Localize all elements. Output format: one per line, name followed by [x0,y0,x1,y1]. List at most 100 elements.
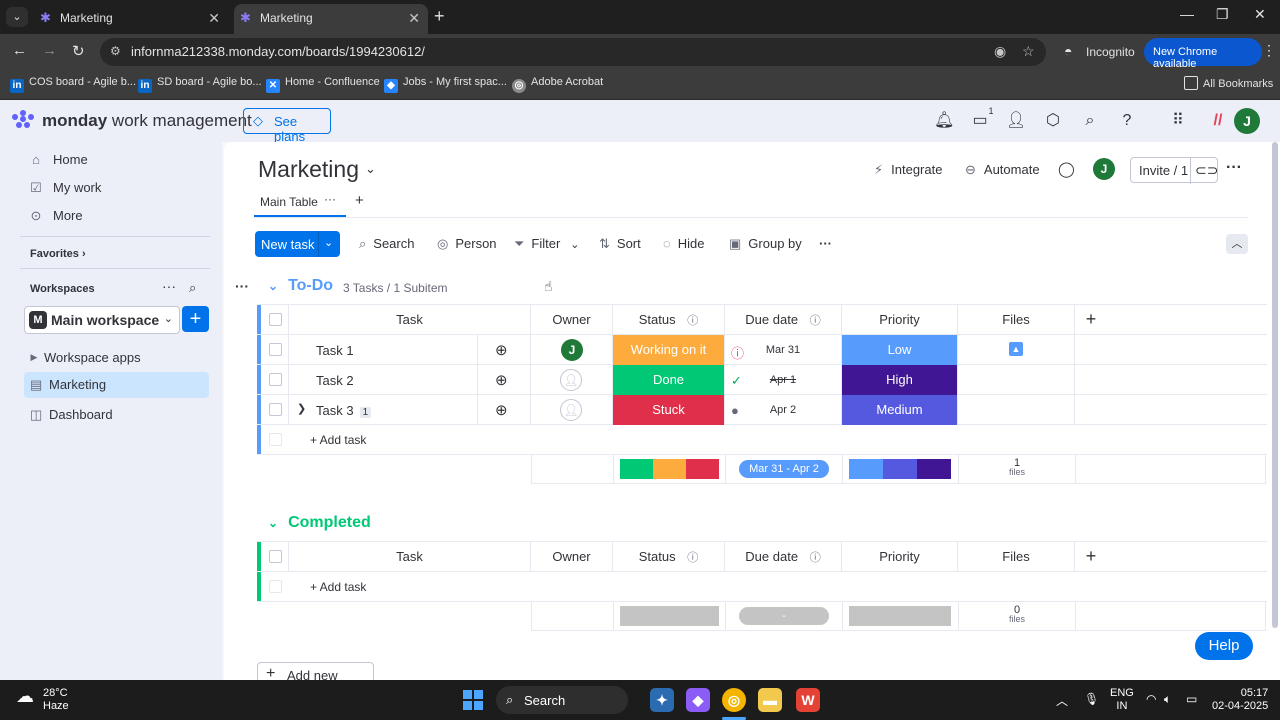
summary-due-cell[interactable]: - [726,601,843,631]
task-name[interactable]: Task 2 [316,373,354,388]
row-checkbox[interactable] [269,373,282,386]
column-header-files[interactable]: Files [958,542,1075,572]
restore-icon[interactable]: ❐ [1216,6,1229,23]
see-plans-button[interactable]: ◇ See plans [243,108,331,144]
status-label[interactable]: Done [613,365,725,395]
conversation-cell[interactable]: ⊕ [477,335,531,365]
system-clock[interactable]: 05:17 02-04-2025 [1212,687,1268,713]
show-hidden-icons-icon[interactable]: ︿ [1056,692,1068,709]
info-icon[interactable]: ⓘ [810,552,821,564]
column-header-priority[interactable]: Priority [842,305,958,335]
new-tab-plus-icon[interactable]: + [434,6,445,27]
summary-priority-cell[interactable] [843,601,959,631]
board-menu-icon[interactable]: ··· [1226,159,1242,177]
column-header-owner[interactable]: Owner [531,305,613,335]
search-button[interactable]: ⌕ Search [359,236,414,252]
image-file-icon[interactable]: ▲ [1009,342,1023,356]
summary-status-cell[interactable] [614,454,726,484]
wps-office-icon[interactable]: W [796,688,820,712]
language-indicator[interactable]: ENG IN [1110,687,1134,713]
site-info-icon[interactable]: ⚙ [110,44,121,58]
add-update-icon[interactable]: ⊕ [495,371,508,389]
invite-button[interactable]: Invite / 1 ⊂⊃ [1130,157,1218,184]
integrate-button[interactable]: ⚡︎ Integrate [874,162,942,178]
table-row[interactable]: Task 2 ⊕ 👤︎ Done ✓ Apr 1 High [257,365,1267,395]
help-icon[interactable]: ? [1117,111,1137,131]
url-text[interactable]: infornma212338.monday.com/boards/1994230… [131,44,425,59]
taskbar-search[interactable]: ⌕ Search [496,686,628,714]
files-cell[interactable]: ▲ [958,335,1075,365]
column-header-files[interactable]: Files [958,305,1075,335]
board-title[interactable]: Marketing ⌄ [258,156,376,183]
column-header-priority[interactable]: Priority [842,542,958,572]
more-options-icon[interactable]: ··· [819,236,832,251]
address-bar[interactable]: ⚙ infornma212338.monday.com/boards/19942… [100,38,1046,66]
table-row[interactable]: ❯ Task 3 1 ⊕ 👤︎ Stuck ● Apr 2 Medium [257,395,1267,425]
group-menu-icon[interactable]: ··· [235,278,249,294]
column-header-status[interactable]: Status ⓘ [613,305,725,335]
browser-tab-active[interactable]: ✱ Marketing ✕ [234,4,428,34]
add-update-icon[interactable]: ⊕ [495,341,508,359]
conversation-cell[interactable]: ⊕ [477,365,531,395]
chevron-down-icon[interactable]: ⌄ [324,236,333,249]
summary-due-cell[interactable]: Mar 31 - Apr 2 [726,454,843,484]
task-name[interactable]: Task 3 [316,403,354,418]
forward-arrow-icon[interactable]: → [42,42,57,59]
bell-icon[interactable]: 🔔︎ [934,111,954,131]
updates-chat-icon[interactable]: ◯ [1058,160,1075,178]
file-explorer-icon[interactable]: ▬ [758,688,782,712]
collapse-header-icon[interactable]: ︿ [1226,234,1248,254]
widget-app-icon[interactable]: ✦ [650,688,674,712]
files-cell[interactable] [958,395,1075,425]
workspace-selector[interactable]: M Main workspace ⌄ [24,306,180,334]
browser-tab[interactable]: ✱ Marketing ✕ [34,4,228,34]
column-header-owner[interactable]: Owner [531,542,613,572]
monday-products-icon[interactable]: // [1208,111,1228,131]
minimize-icon[interactable]: — [1180,6,1194,22]
close-tab-icon[interactable]: ✕ [408,10,420,27]
priority-label[interactable]: Low [842,335,958,365]
group-header-completed[interactable]: ⌄ Completed [268,514,371,532]
automate-button[interactable]: ⊖ Automate [965,162,1040,178]
group-header-todo[interactable]: ⌄ To-Do [268,277,333,295]
bookmark-item[interactable]: in COS board - Agile b... [10,76,136,93]
task-name-cell[interactable]: Task 1 [289,335,477,365]
summary-status-cell[interactable] [614,601,726,631]
bookmark-item[interactable]: ◆ Jobs - My first spac... [384,76,507,93]
volume-icon[interactable]: 🔈︎ [1164,692,1171,707]
due-date-cell[interactable]: ● Apr 2 [725,395,842,425]
bookmark-star-icon[interactable]: ☆ [1022,43,1035,60]
workspace-search-icon[interactable]: ⌕ [189,280,196,296]
add-update-icon[interactable]: ⊕ [495,401,508,419]
group-name[interactable]: To-Do [288,277,333,294]
invite-members-icon[interactable]: 👤︎ [1006,111,1026,131]
hide-button[interactable]: ◌ Hide [663,236,704,251]
battery-icon[interactable]: ▭ [1186,692,1197,706]
files-cell[interactable] [958,365,1075,395]
row-checkbox[interactable] [269,343,282,356]
microphone-icon[interactable]: 🎙︎ [1084,692,1099,706]
task-name-cell[interactable]: ❯ Task 3 1 [289,395,477,425]
task-name-cell[interactable]: Task 2 [289,365,477,395]
add-column-plus-icon[interactable]: + [1075,542,1107,572]
row-checkbox[interactable] [269,403,282,416]
column-header-due-date[interactable]: Due date ⓘ [725,542,842,572]
favorites-section[interactable]: Favorites › [30,248,86,260]
bookmark-item[interactable]: in SD board - Agile bo... [138,76,262,93]
add-view-plus-icon[interactable]: + [355,192,364,209]
filter-button[interactable]: ⏷ Filter ⌄ [514,236,580,252]
close-tab-icon[interactable]: ✕ [208,10,220,27]
due-date-cell[interactable]: ✓ Apr 1 [725,365,842,395]
info-icon[interactable]: ⓘ [687,552,698,564]
priority-label[interactable]: High [842,365,958,395]
add-task-row[interactable]: + Add task [257,572,1267,602]
empty-person-icon[interactable]: 👤︎ [560,369,582,391]
all-bookmarks-button[interactable]: All Bookmarks [1184,76,1273,90]
select-all-checkbox[interactable] [269,550,282,563]
wifi-icon[interactable]: ◠ [1146,692,1156,706]
eye-off-icon[interactable]: ◉ [994,43,1006,60]
apps-puzzle-icon[interactable]: ⬡ [1043,111,1063,131]
column-header-task[interactable]: Task [289,305,531,335]
search-icon[interactable]: ⌕ [1080,111,1100,131]
person-filter-button[interactable]: ◎ Person [437,236,497,252]
